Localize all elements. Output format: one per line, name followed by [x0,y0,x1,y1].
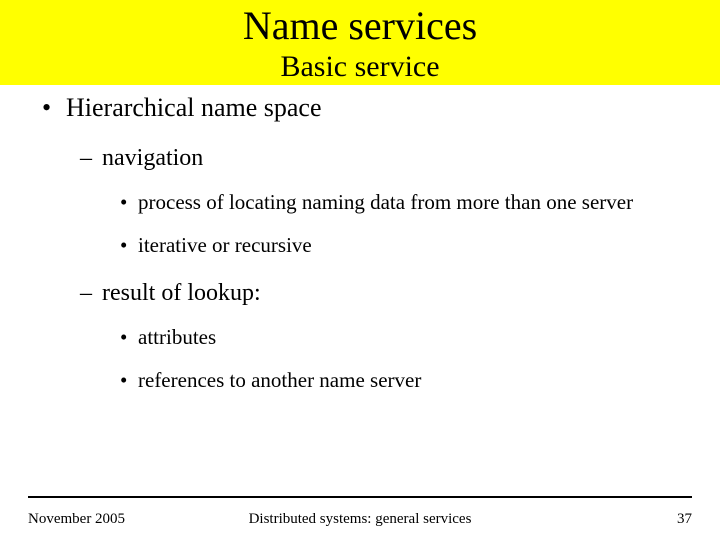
bullet-text: attributes [138,325,216,349]
slide-title: Name services [0,4,720,48]
slide-content: Hierarchical name space navigation proce… [0,85,720,393]
bullet-level-3: iterative or recursive [28,233,692,258]
bullet-text: process of locating naming data from mor… [138,190,692,215]
bullet-level-3: references to another name server [28,368,692,393]
bullet-level-3: attributes [28,325,692,350]
slide-header: Name services Basic service [0,0,720,85]
bullet-level-3: process of locating naming data from mor… [28,190,692,215]
slide-footer: November 2005 Distributed systems: gener… [28,511,692,528]
footer-date: November 2005 [28,511,125,528]
bullet-text: result of lookup: [102,280,261,306]
bullet-level-2: navigation [28,145,692,172]
bullet-text: iterative or recursive [138,233,312,257]
bullet-text: Hierarchical name space [66,93,322,122]
footer-page-number: 37 [677,511,692,528]
bullet-text: navigation [102,145,203,171]
bullet-level-2: result of lookup: [28,280,692,307]
bullet-level-1: Hierarchical name space [28,93,692,123]
bullet-text: references to another name server [138,368,421,392]
footer-divider [28,496,692,498]
slide-subtitle: Basic service [0,50,720,83]
footer-title: Distributed systems: general services [28,511,692,528]
